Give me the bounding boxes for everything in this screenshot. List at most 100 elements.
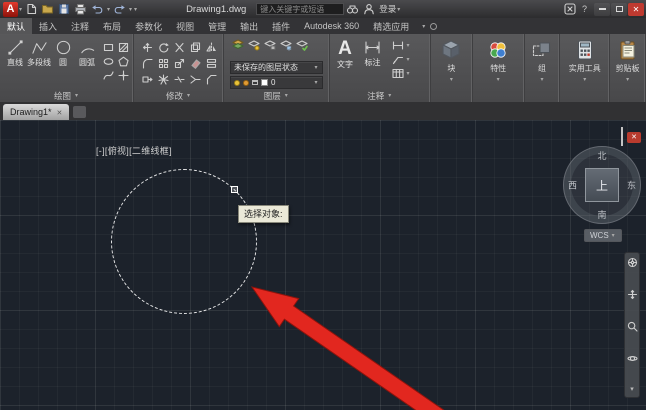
panel-title-layers[interactable]: 图层: [224, 89, 329, 102]
arc-tool[interactable]: 圆弧: [75, 37, 99, 68]
navigation-bar[interactable]: ▾: [624, 252, 640, 398]
polyline-tool[interactable]: 多段线: [27, 37, 51, 68]
stretch-tool[interactable]: [141, 73, 154, 86]
layer-current-tool[interactable]: [296, 38, 308, 56]
viewcube-north[interactable]: 北: [563, 149, 641, 162]
app-logo-icon[interactable]: A: [3, 2, 18, 17]
polygon-tool[interactable]: [117, 55, 130, 67]
ribbon-tab-output[interactable]: 输出: [233, 18, 265, 34]
ribbon-tab-featured-apps[interactable]: 精选应用: [366, 18, 416, 34]
maximize-button[interactable]: [611, 3, 627, 16]
panel-block[interactable]: 块: [431, 34, 473, 102]
panel-title-modify[interactable]: 修改: [134, 89, 223, 102]
signin-chevron-icon[interactable]: [396, 6, 401, 13]
move-tool[interactable]: [141, 41, 154, 54]
text-tool[interactable]: A 文字: [333, 37, 358, 70]
signin-button[interactable]: 登录: [379, 3, 396, 15]
layer-isolate-tool[interactable]: [264, 38, 276, 56]
table-tool[interactable]: [392, 68, 411, 79]
layer-off-tool[interactable]: [248, 38, 260, 56]
panel-properties[interactable]: 特性: [473, 34, 525, 102]
layer-freeze-tool[interactable]: [280, 38, 292, 56]
erase-tool[interactable]: [189, 57, 202, 70]
ribbon-tab-manage[interactable]: 管理: [201, 18, 233, 34]
layer-tools: [230, 37, 323, 59]
ribbon-tab-insert[interactable]: 插入: [32, 18, 64, 34]
ribbon-tab-layout[interactable]: 布局: [96, 18, 128, 34]
panel-groups[interactable]: 组: [525, 34, 561, 102]
rectangle-tool[interactable]: [102, 41, 115, 53]
point-tool[interactable]: [117, 69, 130, 81]
minimize-button[interactable]: [594, 3, 610, 16]
close-button[interactable]: [628, 3, 644, 16]
join-tool[interactable]: [189, 73, 202, 86]
document-tab-close-icon[interactable]: [57, 107, 63, 117]
navbar-more-chevron-icon[interactable]: ▾: [630, 385, 634, 393]
ribbon-display-chevron-icon[interactable]: [421, 23, 426, 30]
circle-tool[interactable]: 圆: [51, 37, 75, 68]
infocenter-search[interactable]: [256, 3, 344, 15]
search-input[interactable]: [260, 5, 340, 14]
exchange-apps-button[interactable]: [562, 2, 578, 17]
explode-tool[interactable]: [157, 73, 170, 86]
search-binoculars-icon[interactable]: [344, 2, 361, 17]
pan-tool[interactable]: [627, 289, 638, 300]
rotate-tool[interactable]: [157, 41, 170, 54]
drawing-canvas[interactable]: [-][俯视][二维线框] 选择对象: 北 南 西 东 上 WCS: [0, 120, 646, 410]
panel-title-annotation[interactable]: 注释: [330, 89, 431, 102]
viewcube-west[interactable]: 西: [568, 179, 577, 192]
quick-access-menu-chevron-icon[interactable]: [133, 6, 138, 13]
ellipse-tool[interactable]: [102, 55, 115, 67]
spline-tool[interactable]: [102, 69, 115, 81]
trim-tool[interactable]: [173, 41, 186, 54]
ribbon-tab-parametric[interactable]: 参数化: [128, 18, 169, 34]
zoom-tool[interactable]: [627, 321, 638, 332]
hatch-tool[interactable]: [117, 41, 130, 53]
scale-tool[interactable]: [173, 57, 186, 70]
dimension-tool[interactable]: 标注: [358, 37, 388, 68]
chamfer-tool[interactable]: [205, 73, 218, 86]
document-tab-active[interactable]: Drawing1*: [3, 104, 69, 120]
open-button[interactable]: [39, 2, 56, 17]
doc-close-button[interactable]: [627, 132, 641, 143]
viewcube-east[interactable]: 东: [627, 179, 636, 192]
orbit-tool[interactable]: [627, 353, 638, 364]
layer-state-dropdown[interactable]: 未保存的图层状态: [230, 61, 323, 74]
redo-button[interactable]: [111, 2, 128, 17]
viewcube-south[interactable]: 南: [563, 208, 641, 221]
help-button[interactable]: ?: [582, 4, 587, 14]
copy-tool[interactable]: [189, 41, 202, 54]
array-tool[interactable]: [157, 57, 170, 70]
layer-properties-tool[interactable]: [232, 38, 244, 56]
ribbon-tab-plugins[interactable]: 插件: [265, 18, 297, 34]
doc-restore-button[interactable]: [621, 128, 623, 146]
save-button[interactable]: [56, 2, 72, 17]
ribbon-tab-autodesk360[interactable]: Autodesk 360: [297, 18, 366, 34]
ribbon-pin-icon[interactable]: [430, 23, 437, 30]
viewcube[interactable]: 北 南 西 东 上: [563, 146, 641, 224]
steering-wheel-tool[interactable]: [627, 257, 638, 268]
viewport-controls[interactable]: [-][俯视][二维线框]: [96, 144, 172, 157]
new-drawing-button[interactable]: [23, 2, 39, 17]
current-layer-dropdown[interactable]: 0: [230, 76, 323, 89]
break-tool[interactable]: [173, 73, 186, 86]
ribbon-tab-annotate[interactable]: 注释: [64, 18, 96, 34]
linear-dimension-tool[interactable]: [392, 40, 411, 51]
panel-title-draw[interactable]: 绘图: [0, 89, 133, 102]
fillet-tool[interactable]: [141, 57, 154, 70]
signin-user-icon[interactable]: [361, 2, 377, 17]
panel-utilities[interactable]: 实用工具: [560, 34, 610, 102]
undo-button[interactable]: [89, 2, 106, 17]
leader-tool[interactable]: [392, 54, 411, 65]
circle-label: 圆: [59, 57, 67, 68]
wcs-dropdown[interactable]: WCS: [584, 229, 622, 242]
mirror-tool[interactable]: [205, 41, 218, 54]
offset-tool[interactable]: [205, 57, 218, 70]
new-tab-button[interactable]: [73, 106, 86, 118]
panel-clipboard[interactable]: 剪贴板: [610, 34, 646, 102]
line-tool[interactable]: 直线: [3, 37, 27, 68]
ribbon-tab-home[interactable]: 默认: [0, 18, 32, 34]
viewcube-top-face[interactable]: 上: [585, 168, 619, 202]
ribbon-tab-view[interactable]: 视图: [169, 18, 201, 34]
plot-button[interactable]: [72, 2, 89, 17]
